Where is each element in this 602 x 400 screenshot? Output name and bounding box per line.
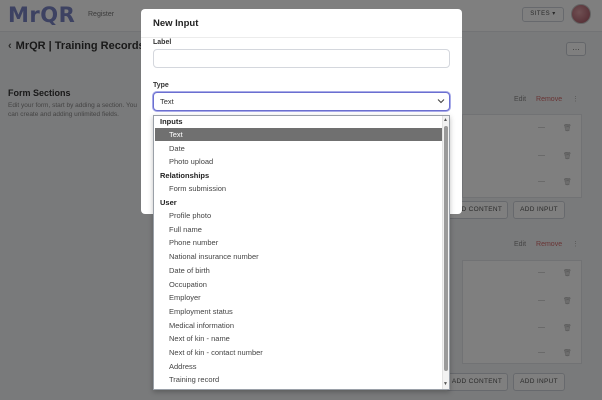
dropdown-group-label: Inputs: [160, 117, 183, 126]
dropdown-option[interactable]: Employment status: [155, 305, 442, 318]
dropdown-option[interactable]: Full name: [155, 223, 442, 236]
dropdown-option[interactable]: Medical information: [155, 319, 442, 332]
dropdown-option[interactable]: Date: [155, 142, 442, 155]
dropdown-option[interactable]: Next of kin - contact number: [155, 346, 442, 359]
type-dropdown-list[interactable]: ▲ ▼ Inputs Text Date Photo upload Relationsh…: [153, 115, 450, 390]
scrollbar-thumb[interactable]: [444, 126, 448, 371]
dropdown-option[interactable]: Employer: [155, 291, 442, 304]
dropdown-option[interactable]: Form submission: [155, 182, 442, 195]
dropdown-option[interactable]: Text: [155, 128, 442, 141]
dropdown-group-label: Relationships: [160, 171, 210, 180]
dropdown-option[interactable]: Profile photo: [155, 209, 442, 222]
dropdown-option[interactable]: Date of birth: [155, 264, 442, 277]
scroll-up-arrow-icon[interactable]: ▲: [443, 117, 448, 123]
modal-title: New Input: [153, 18, 199, 29]
dropdown-option[interactable]: Training record: [155, 373, 442, 386]
dropdown-option[interactable]: Photo upload: [155, 155, 442, 168]
chevron-down-icon: [437, 99, 445, 104]
dropdown-option[interactable]: Phone number: [155, 236, 442, 249]
dropdown-option[interactable]: Address: [155, 360, 442, 373]
dropdown-option[interactable]: Occupation: [155, 278, 442, 291]
dropdown-option[interactable]: Next of kin - name: [155, 332, 442, 345]
type-select[interactable]: Text: [153, 92, 450, 111]
type-select-value: Text: [160, 97, 174, 106]
dropdown-option[interactable]: National insurance number: [155, 250, 442, 263]
label-field-label: Label: [153, 39, 172, 46]
modal-divider: [141, 37, 462, 38]
dropdown-group-label: User: [160, 198, 177, 207]
label-input[interactable]: [153, 49, 450, 68]
scroll-down-arrow-icon[interactable]: ▼: [443, 381, 448, 387]
type-field-label: Type: [153, 82, 169, 89]
